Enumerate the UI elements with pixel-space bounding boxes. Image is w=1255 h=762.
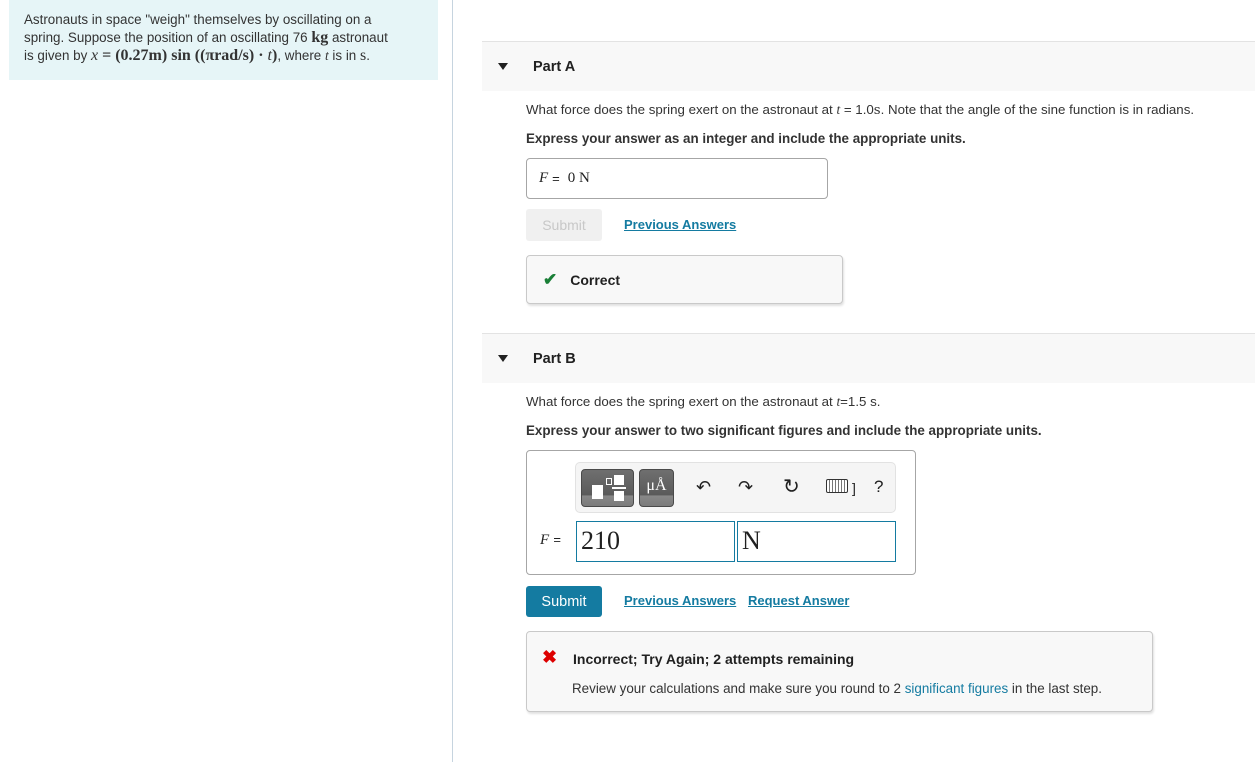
- part-b-question: What force does the spring exert on the …: [526, 394, 881, 409]
- part-a-answer-value: 0 N: [567, 170, 590, 186]
- part-a-title: Part A: [533, 58, 576, 75]
- undo-icon[interactable]: ↶: [696, 476, 711, 498]
- keyboard-toggle-bracket: ]: [852, 480, 856, 496]
- part-a-previous-answers-link[interactable]: Previous Answers: [624, 217, 736, 232]
- part-b-submit-button[interactable]: Submit: [526, 586, 602, 617]
- x-icon: ✖: [542, 647, 558, 667]
- part-a-answer-display: F = 0 N: [526, 158, 828, 199]
- part-b-header[interactable]: Part B: [482, 333, 1255, 383]
- feedback-correct-text: Correct: [570, 271, 621, 288]
- feedback-detail: Review your calculations and make sure y…: [572, 681, 1102, 696]
- reset-icon[interactable]: ↻: [783, 476, 800, 498]
- problem-line-1: Astronauts in space "weigh" themselves b…: [24, 12, 372, 27]
- mass-unit: kg: [311, 29, 329, 46]
- math-toolbar: μÅ ↶ ↷ ↻ ] ?: [575, 462, 896, 513]
- significant-figures-link[interactable]: significant figures: [905, 681, 1008, 696]
- problem-line-2: spring. Suppose the position of an oscil…: [24, 29, 388, 46]
- answer-variable: F: [539, 170, 549, 186]
- part-b-previous-answers-link[interactable]: Previous Answers: [624, 593, 736, 608]
- answer-value-input[interactable]: 210: [576, 521, 735, 562]
- feedback-incorrect-title: Incorrect; Try Again; 2 attempts remaini…: [573, 651, 855, 667]
- problem-line-3: is given by x = (0.27m) sin ((πrad/s) · …: [24, 47, 370, 64]
- answer-label: F =: [540, 532, 561, 548]
- position-equation: x = (0.27m) sin ((πrad/s) · t): [91, 47, 278, 64]
- part-a-header[interactable]: Part A: [482, 41, 1255, 91]
- part-b-answer-box: μÅ ↶ ↷ ↻ ] ? F = 210 N: [526, 450, 916, 575]
- collapse-caret-icon[interactable]: [498, 355, 508, 362]
- answer-unit-input[interactable]: N: [737, 521, 896, 562]
- column-divider: [452, 0, 453, 762]
- collapse-caret-icon[interactable]: [498, 63, 508, 70]
- part-b-title: Part B: [533, 350, 576, 367]
- units-button[interactable]: μÅ: [639, 469, 674, 507]
- keyboard-icon[interactable]: [826, 479, 848, 493]
- request-answer-link[interactable]: Request Answer: [748, 593, 849, 608]
- part-a-instruction: Express your answer as an integer and in…: [526, 131, 966, 146]
- problem-statement: Astronauts in space "weigh" themselves b…: [9, 0, 438, 80]
- help-icon[interactable]: ?: [874, 476, 883, 498]
- part-a-question: What force does the spring exert on the …: [526, 102, 1195, 118]
- part-b-instruction: Express your answer to two significant f…: [526, 423, 1042, 438]
- check-icon: ✔: [543, 269, 558, 289]
- part-a-feedback: ✔ Correct: [526, 255, 843, 304]
- part-a-submit-button: Submit: [526, 209, 602, 241]
- templates-button[interactable]: [581, 469, 634, 507]
- redo-icon[interactable]: ↷: [738, 476, 753, 498]
- part-b-feedback: ✖ Incorrect; Try Again; 2 attempts remai…: [526, 631, 1153, 712]
